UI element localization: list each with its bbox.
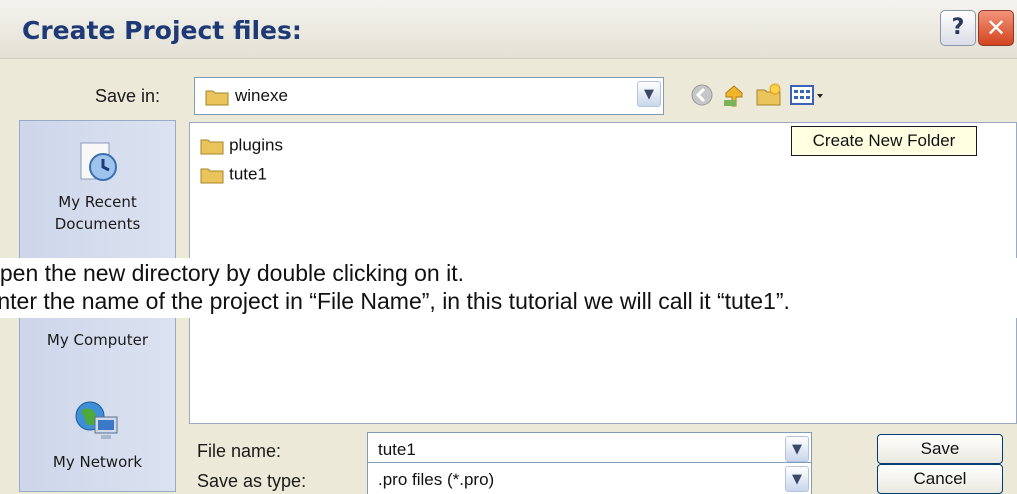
tooltip-create-new-folder: Create New Folder [791,126,977,156]
back-icon[interactable] [689,82,717,108]
place-label-computer: My Computer [46,331,149,349]
my-network-icon [75,401,117,439]
instruction-line-1: Open the new directory by double clickin… [0,260,464,286]
list-item[interactable]: plugins [200,135,283,159]
place-label-network: My Network [52,453,143,471]
file-name-label: File name: [197,441,282,461]
place-my-network[interactable]: My Network [20,397,175,473]
save-in-value: winexe [235,86,288,105]
new-folder-icon[interactable] [755,82,783,108]
instruction-line-2: Enter the name of the project in “File N… [0,288,790,314]
folder-icon [200,139,224,154]
folder-icon [205,90,229,106]
recent-documents-icon [80,142,117,181]
dialog-title: Create Project files: [22,16,302,45]
up-folder-icon[interactable] [721,82,749,108]
title-bar: Create Project files: ? ✕ [0,0,1017,59]
save-in-dropdown-button[interactable]: ▼ [637,81,661,107]
create-project-dialog: Create Project files: ? ✕ Save in: winex… [0,0,1017,494]
instruction-text-overlay: Open the new directory by double clickin… [0,258,1017,318]
save-in-label: Save in: [95,86,161,106]
folder-icon [200,168,224,183]
save-button[interactable]: Save [877,434,1003,464]
save-as-type-select[interactable]: .pro files (*.pro) ▼ [367,462,812,494]
view-menu-icon[interactable] [789,82,827,108]
file-name-dropdown-button[interactable]: ▼ [785,436,809,462]
help-button[interactable]: ? [940,10,976,46]
place-recent-documents[interactable]: My Recent Documents [20,139,175,235]
save-in-combo[interactable]: winexe ▼ [194,77,664,115]
list-item[interactable]: tute1 [200,164,267,188]
close-button[interactable]: ✕ [978,10,1014,46]
save-as-type-value: .pro files (*.pro) [378,470,495,489]
cancel-button[interactable]: Cancel [877,464,1003,494]
save-as-type-dropdown-button[interactable]: ▼ [785,466,809,492]
save-as-type-label: Save as type: [197,471,307,491]
file-name-label: tute1 [229,164,267,184]
place-label-recent: My Recent Documents [54,193,141,233]
file-name-label: plugins [229,135,283,155]
